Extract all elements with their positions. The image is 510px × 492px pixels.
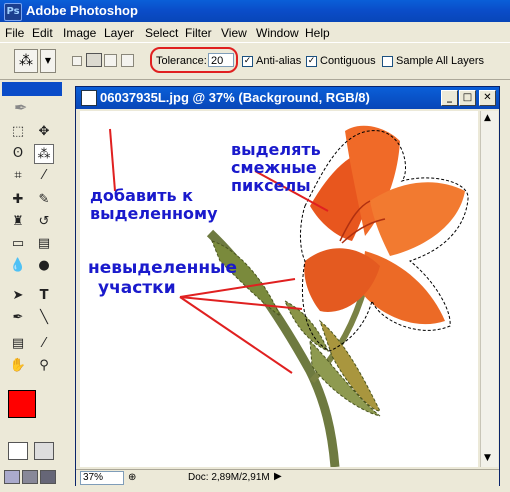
screen-mode-full-icon[interactable] xyxy=(40,470,56,484)
zoom-field[interactable]: 37% xyxy=(80,471,124,485)
contiguous-label: Contiguous xyxy=(320,55,376,67)
annotation-adjacent-line3: пикселы xyxy=(231,176,311,195)
lasso-tool-icon[interactable]: ʘ xyxy=(8,144,28,164)
tolerance-highlight-circle xyxy=(150,47,238,73)
vertical-scrollbar[interactable]: ▲ ▼ xyxy=(480,111,498,467)
maximize-icon[interactable]: □ xyxy=(459,90,476,106)
options-bar: ⁂ ▼ Tolerance: 20 ✓ Anti-alias ✓ Contigu… xyxy=(0,42,510,80)
toolbox-header xyxy=(2,82,62,96)
path-selection-icon[interactable]: ➤ xyxy=(8,286,28,306)
menu-select[interactable]: Select xyxy=(145,26,178,40)
sample-all-layers-checkbox[interactable] xyxy=(382,56,393,67)
magic-wand-preset-icon[interactable]: ⁂ xyxy=(14,49,38,73)
document-title-bar[interactable]: 06037935L.jpg @ 37% (Background, RGB/8) … xyxy=(76,87,499,109)
document-window: 06037935L.jpg @ 37% (Background, RGB/8) … xyxy=(75,86,500,486)
annotation-adjacent-line1: выделять xyxy=(231,140,321,159)
line-tool-icon[interactable]: ╲ xyxy=(34,308,54,328)
sample-all-layers-label: Sample All Layers xyxy=(396,55,485,67)
annotation-unselected-line1: невыделенные xyxy=(88,258,238,278)
close-icon[interactable]: ✕ xyxy=(479,90,496,106)
marquee-tool-icon[interactable]: ⬚ xyxy=(8,122,28,142)
document-title: 06037935L.jpg @ 37% (Background, RGB/8) xyxy=(100,90,370,105)
crop-tool-icon[interactable]: ⌗ xyxy=(8,166,28,186)
menu-edit[interactable]: Edit xyxy=(32,26,53,40)
image-canvas[interactable]: добавить к выделенному выделять смежные … xyxy=(80,111,478,467)
scroll-down-icon[interactable]: ▼ xyxy=(484,453,491,463)
notes-tool-icon[interactable]: ▤ xyxy=(8,334,28,354)
menu-window[interactable]: Window xyxy=(256,26,299,40)
annotation-add-line1: добавить к xyxy=(90,186,194,205)
app-title: Adobe Photoshop xyxy=(26,3,138,18)
title-bar: Ps Adobe Photoshop xyxy=(0,0,510,22)
slice-tool-icon[interactable]: ⁄ xyxy=(34,166,54,186)
screen-mode-standard-icon[interactable] xyxy=(4,470,20,484)
blur-tool-icon[interactable]: 💧 xyxy=(8,256,28,276)
zoom-tool-icon[interactable]: ⚲ xyxy=(34,356,54,376)
brush-tool-icon[interactable]: ✎ xyxy=(34,190,54,210)
eraser-tool-icon[interactable]: ▭ xyxy=(8,234,28,254)
status-bar: 37% ⊕ Doc: 2,89M/2,91M ▶ xyxy=(76,469,499,486)
menu-filter[interactable]: Filter xyxy=(185,26,212,40)
status-menu-icon[interactable]: ⊕ xyxy=(128,472,136,483)
status-arrow-icon[interactable]: ▶ xyxy=(274,471,282,482)
gradient-tool-icon[interactable]: ▤ xyxy=(34,234,54,254)
annotation-add-line2: выделенному xyxy=(90,204,218,223)
toolbox: ✒ ⬚ ✥ ʘ ⁂ ⌗ ⁄ ✚ ✎ ♜ ↺ ▭ ▤ 💧 ● ➤ T ✒ ╲ ▤ … xyxy=(0,80,64,492)
menu-file[interactable]: File xyxy=(5,26,24,40)
scroll-up-icon[interactable]: ▲ xyxy=(484,113,491,123)
anti-alias-checkbox[interactable]: ✓ xyxy=(242,56,253,67)
subtract-selection-icon[interactable] xyxy=(104,54,117,67)
contiguous-checkbox[interactable]: ✓ xyxy=(306,56,317,67)
move-tool-icon[interactable]: ✥ xyxy=(34,122,54,142)
screen-mode-full-menu-icon[interactable] xyxy=(22,470,38,484)
anti-alias-label: Anti-alias xyxy=(256,55,302,67)
magic-wand-tool-icon[interactable]: ⁂ xyxy=(34,144,54,164)
menu-bar: File Edit Image Layer Select Filter View… xyxy=(0,22,510,42)
stamp-tool-icon[interactable]: ♜ xyxy=(8,212,28,232)
history-brush-icon[interactable]: ↺ xyxy=(34,212,54,232)
doc-size: Doc: 2,89M/2,91M xyxy=(188,472,270,483)
menu-help[interactable]: Help xyxy=(305,26,330,40)
menu-view[interactable]: View xyxy=(221,26,247,40)
chevron-down-icon[interactable]: ▼ xyxy=(40,49,56,73)
minimize-icon[interactable]: _ xyxy=(441,90,458,106)
eyedropper-tool-icon[interactable]: ⁄ xyxy=(34,334,54,354)
dodge-tool-icon[interactable]: ● xyxy=(34,256,54,276)
quick-mask-icon[interactable] xyxy=(34,442,54,460)
hand-tool-icon[interactable]: ✋ xyxy=(8,356,28,376)
menu-layer[interactable]: Layer xyxy=(104,26,134,40)
standard-mode-icon[interactable] xyxy=(8,442,28,460)
healing-brush-icon[interactable]: ✚ xyxy=(8,190,28,210)
menu-image[interactable]: Image xyxy=(63,26,96,40)
pen-tool-icon[interactable]: ✒ xyxy=(8,308,28,328)
intersect-selection-icon[interactable] xyxy=(121,54,134,67)
foreground-color-swatch[interactable] xyxy=(8,390,36,418)
add-to-selection-icon[interactable] xyxy=(86,53,102,67)
document-icon xyxy=(81,90,97,106)
annotation-unselected-line2: участки xyxy=(98,278,176,298)
feather-icon: ✒ xyxy=(14,98,28,117)
annotation-adjacent-line2: смежные xyxy=(231,158,317,177)
type-tool-icon[interactable]: T xyxy=(34,286,54,306)
photoshop-app-icon: Ps xyxy=(4,3,22,21)
new-selection-icon[interactable] xyxy=(72,56,82,66)
